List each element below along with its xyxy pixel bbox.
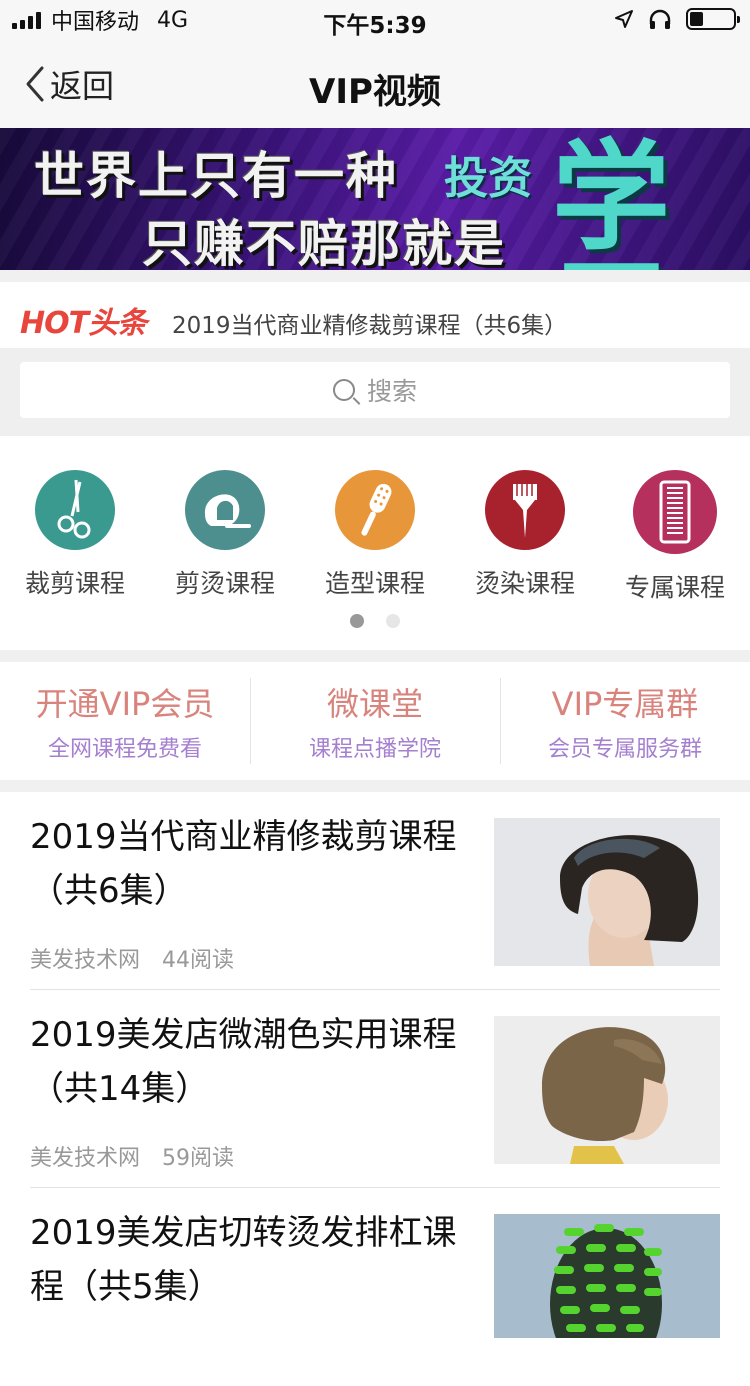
page-indicator	[0, 614, 750, 628]
category-label: 裁剪课程	[24, 569, 125, 598]
promo-banner[interactable]: 世界上只有一种 投资 只赚不赔那就是 学习	[0, 128, 750, 270]
location-arrow-icon	[615, 10, 633, 28]
hot-news-row[interactable]: HOT头条 2019当代商业精修裁剪课程（共6集）	[0, 270, 750, 348]
brown-bob-photo	[494, 1016, 720, 1164]
scissors-icon	[57, 479, 91, 539]
category-perm-dye[interactable]: 烫染课程	[450, 470, 600, 604]
category-exclusive[interactable]: 专属课程	[600, 470, 750, 604]
category-label: 造型课程	[324, 569, 425, 598]
article-meta: 美发技术网 59阅读	[30, 1140, 234, 1172]
banner-line1: 世界上只有一种	[34, 147, 398, 205]
banner-accent1: 投资	[444, 153, 532, 204]
banner-accent2: 学习	[552, 128, 671, 270]
article-title: 2019美发店切转烫发排杠课程（共5集）	[30, 1213, 457, 1307]
category-circle	[35, 470, 115, 550]
list-item[interactable]: 2019当代商业精修裁剪课程（共6集） 美发技术网 44阅读	[0, 792, 750, 990]
article-source: 美发技术网	[30, 948, 141, 973]
article-thumbnail	[494, 1016, 720, 1164]
perm-rods-photo	[494, 1214, 720, 1338]
feature-title: VIP专属群	[551, 685, 699, 723]
feature-vip-group[interactable]: VIP专属群 会员专属服务群	[500, 662, 750, 780]
comb-icon	[659, 480, 691, 544]
article-thumbnail	[494, 818, 720, 966]
category-cut[interactable]: 裁剪课程	[0, 470, 150, 604]
banner-line2: 只赚不赔那就是	[142, 215, 506, 270]
article-thumbnail	[494, 1214, 720, 1338]
status-bar: 中国移动 4G 下午5:39	[0, 0, 750, 40]
list-item[interactable]: 2019美发店微潮色实用课程（共14集） 美发技术网 59阅读	[0, 990, 750, 1188]
hair-head-icon	[204, 494, 251, 528]
category-circle	[335, 470, 415, 550]
article-title: 2019当代商业精修裁剪课程（共6集）	[30, 817, 457, 911]
category-circle	[633, 470, 717, 554]
headphones-icon	[649, 9, 671, 29]
feature-subtitle: 课程点播学院	[308, 737, 441, 762]
dye-brush-icon	[513, 484, 537, 538]
category-grid: 裁剪课程 剪烫课程 造型课程 烫染课程 专属课程	[0, 436, 750, 650]
search-icon	[332, 379, 355, 401]
search-placeholder: 搜索	[366, 377, 417, 406]
page-title: VIP视频	[309, 72, 441, 112]
category-circle	[485, 470, 565, 550]
feature-subtitle: 会员专属服务群	[547, 737, 702, 762]
article-meta: 美发技术网 44阅读	[30, 942, 234, 974]
bob-haircut-photo	[494, 818, 720, 966]
feature-vip-membership[interactable]: 开通VIP会员 全网课程免费看	[0, 662, 250, 780]
nav-bar: 返回 VIP视频	[0, 40, 750, 128]
article-list: 2019当代商业精修裁剪课程（共6集） 美发技术网 44阅读 2019美发店微潮…	[0, 792, 750, 1338]
list-item[interactable]: 2019美发店切转烫发排杠课程（共5集）	[0, 1188, 750, 1386]
category-label: 烫染课程	[474, 569, 575, 598]
feature-title: 微课堂	[326, 685, 423, 723]
feature-subtitle: 全网课程免费看	[47, 737, 202, 762]
battery-icon	[686, 8, 740, 30]
category-circle	[185, 470, 265, 550]
feature-row: 开通VIP会员 全网课程免费看 微课堂 课程点播学院 VIP专属群 会员专属服务…	[0, 650, 750, 792]
status-right	[614, 8, 740, 30]
feature-title: 开通VIP会员	[35, 685, 215, 723]
feature-micro-class[interactable]: 微课堂 课程点播学院	[250, 662, 500, 780]
round-brush-icon	[361, 483, 392, 536]
article-title: 2019美发店微潮色实用课程（共14集）	[30, 1015, 457, 1109]
category-styling[interactable]: 造型课程	[300, 470, 450, 604]
hot-headline[interactable]: 2019当代商业精修裁剪课程（共6集）	[172, 306, 567, 340]
page-dot-active[interactable]	[350, 614, 364, 628]
search-area: 搜索	[0, 348, 750, 436]
hot-logo: HOT头条	[20, 306, 147, 341]
article-reads: 59阅读	[162, 1146, 235, 1171]
article-source: 美发技术网	[30, 1146, 141, 1171]
category-perm-cut[interactable]: 剪烫课程	[150, 470, 300, 604]
article-reads: 44阅读	[162, 948, 235, 973]
search-input[interactable]: 搜索	[20, 362, 730, 418]
category-label: 专属课程	[624, 573, 725, 602]
category-label: 剪烫课程	[174, 569, 275, 598]
page-dot[interactable]	[386, 614, 400, 628]
